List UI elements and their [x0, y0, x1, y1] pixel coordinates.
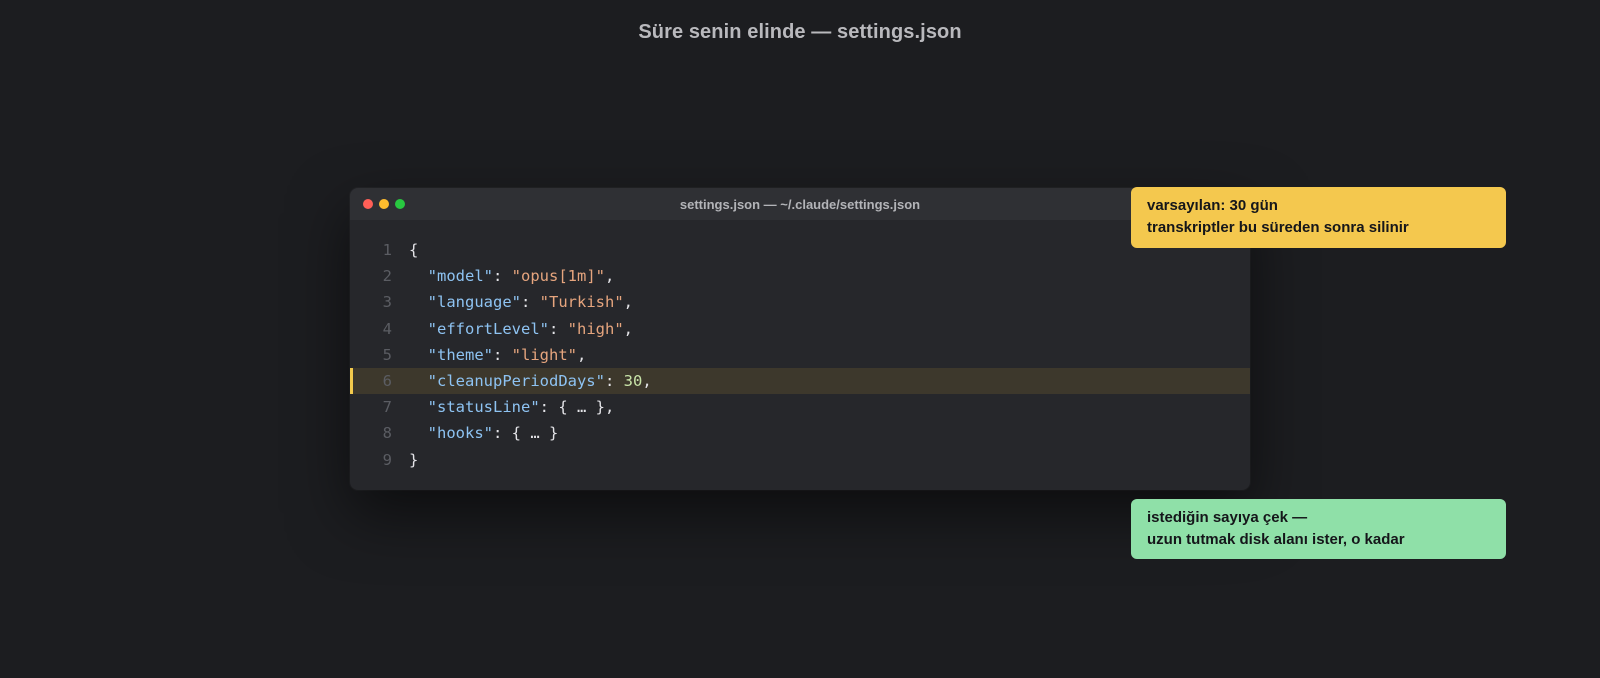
json-punctuation	[409, 398, 428, 416]
code-line[interactable]: 6 "cleanupPeriodDays": 30,	[350, 367, 1250, 395]
callout-advice-line-2: uzun tutmak disk alanı ister, o kadar	[1147, 531, 1405, 548]
json-punctuation	[409, 267, 428, 285]
line-number: 4	[382, 319, 392, 338]
json-punctuation: ,	[623, 293, 634, 312]
line-number: 6	[382, 371, 392, 390]
json-punctuation: ,	[577, 345, 587, 364]
json-punctuation: :	[493, 345, 512, 364]
callout-default-value: varsayılan: 30 gün transkriptler bu süre…	[1131, 187, 1506, 248]
code-line[interactable]: 5 "theme": "light",	[350, 342, 1250, 368]
code-editor[interactable]: 1{2 "model": "opus[1m]", 3 "language": "T…	[350, 220, 1250, 473]
json-punctuation: :	[493, 267, 512, 286]
line-number: 8	[382, 424, 392, 443]
slide-canvas: Süre senin elinde — settings.json settin…	[0, 0, 1600, 678]
json-punctuation	[409, 320, 428, 338]
line-content: }	[409, 447, 418, 473]
line-content: "cleanupPeriodDays": 30,	[409, 368, 652, 394]
code-line[interactable]: 3 "language": "Turkish",	[350, 289, 1250, 315]
json-punctuation: }	[409, 450, 419, 469]
window-titlebar[interactable]: settings.json — ~/.claude/settings.json	[350, 188, 1250, 220]
code-line[interactable]: 8 "hooks": { … }	[350, 420, 1250, 446]
line-number: 5	[382, 345, 392, 364]
callout-default-line-2: transkriptler bu süreden sonra silinir	[1147, 219, 1409, 236]
editor-window: settings.json — ~/.claude/settings.json …	[350, 188, 1250, 490]
json-key: "effortLevel"	[427, 319, 549, 338]
json-key: "language"	[427, 293, 521, 312]
line-content: "theme": "light",	[409, 342, 587, 368]
code-line[interactable]: 1{	[350, 237, 1250, 263]
code-line[interactable]: 7 "statusLine": { … },	[350, 394, 1250, 420]
json-number: 30	[623, 371, 643, 390]
minimize-window-icon[interactable]	[379, 199, 389, 209]
json-punctuation: ,	[605, 267, 615, 286]
json-punctuation: : { … }	[493, 424, 559, 443]
json-punctuation	[409, 424, 428, 442]
json-string: "opus[1m]"	[511, 267, 605, 286]
code-line[interactable]: 2 "model": "opus[1m]",	[350, 263, 1250, 289]
line-content: "language": "Turkish",	[409, 289, 633, 315]
json-key: "hooks"	[427, 424, 493, 443]
line-content: "statusLine": { … },	[409, 394, 615, 420]
json-punctuation	[409, 372, 428, 390]
maximize-window-icon[interactable]	[395, 199, 405, 209]
json-punctuation: ,	[642, 371, 652, 390]
json-string: "high"	[567, 319, 624, 338]
line-content: {	[409, 237, 418, 263]
json-key: "model"	[427, 267, 493, 286]
line-number: 3	[382, 293, 392, 312]
json-punctuation: :	[604, 371, 624, 390]
json-punctuation: :	[521, 293, 540, 312]
line-content: "hooks": { … }	[409, 420, 559, 446]
line-content: "effortLevel": "high",	[409, 316, 633, 342]
line-number: 1	[382, 241, 392, 259]
callout-advice: istediğin sayıya çek — uzun tutmak disk …	[1131, 499, 1506, 559]
json-string: "Turkish"	[539, 293, 624, 312]
json-punctuation	[409, 346, 428, 364]
line-content: "model": "opus[1m]",	[409, 263, 615, 289]
line-number: 7	[382, 398, 392, 417]
json-string: "light"	[511, 345, 577, 364]
json-punctuation: :	[549, 319, 568, 338]
callout-advice-line-1: istediğin sayıya çek —	[1147, 509, 1308, 526]
json-punctuation	[409, 293, 428, 311]
close-window-icon[interactable]	[363, 199, 373, 209]
json-key: "cleanupPeriodDays"	[427, 371, 605, 390]
line-number: 2	[382, 267, 392, 286]
json-key: "theme"	[427, 345, 493, 364]
json-punctuation: : { … },	[539, 398, 615, 417]
window-title: settings.json — ~/.claude/settings.json	[679, 196, 921, 212]
code-line[interactable]: 9}	[350, 447, 1250, 473]
page-title: Süre senin elinde — settings.json	[638, 21, 962, 43]
json-key: "statusLine"	[427, 398, 540, 417]
callout-default-line-1: varsayılan: 30 gün	[1147, 197, 1278, 214]
code-line[interactable]: 4 "effortLevel": "high",	[350, 316, 1250, 342]
json-punctuation: {	[409, 241, 419, 259]
window-controls	[363, 199, 405, 209]
line-number: 9	[382, 450, 392, 469]
json-punctuation: ,	[623, 319, 634, 338]
